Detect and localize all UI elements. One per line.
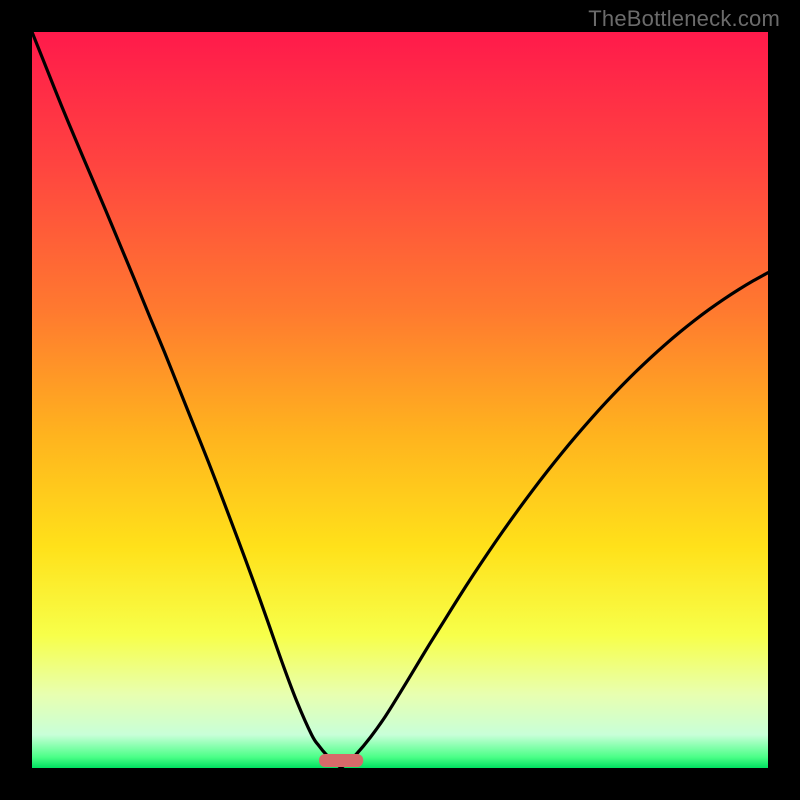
watermark-text: TheBottleneck.com	[588, 6, 780, 32]
bottleneck-notch-marker	[319, 754, 363, 767]
chart-frame	[32, 32, 768, 768]
bottleneck-curve-chart	[32, 32, 768, 768]
gradient-background	[32, 32, 768, 768]
